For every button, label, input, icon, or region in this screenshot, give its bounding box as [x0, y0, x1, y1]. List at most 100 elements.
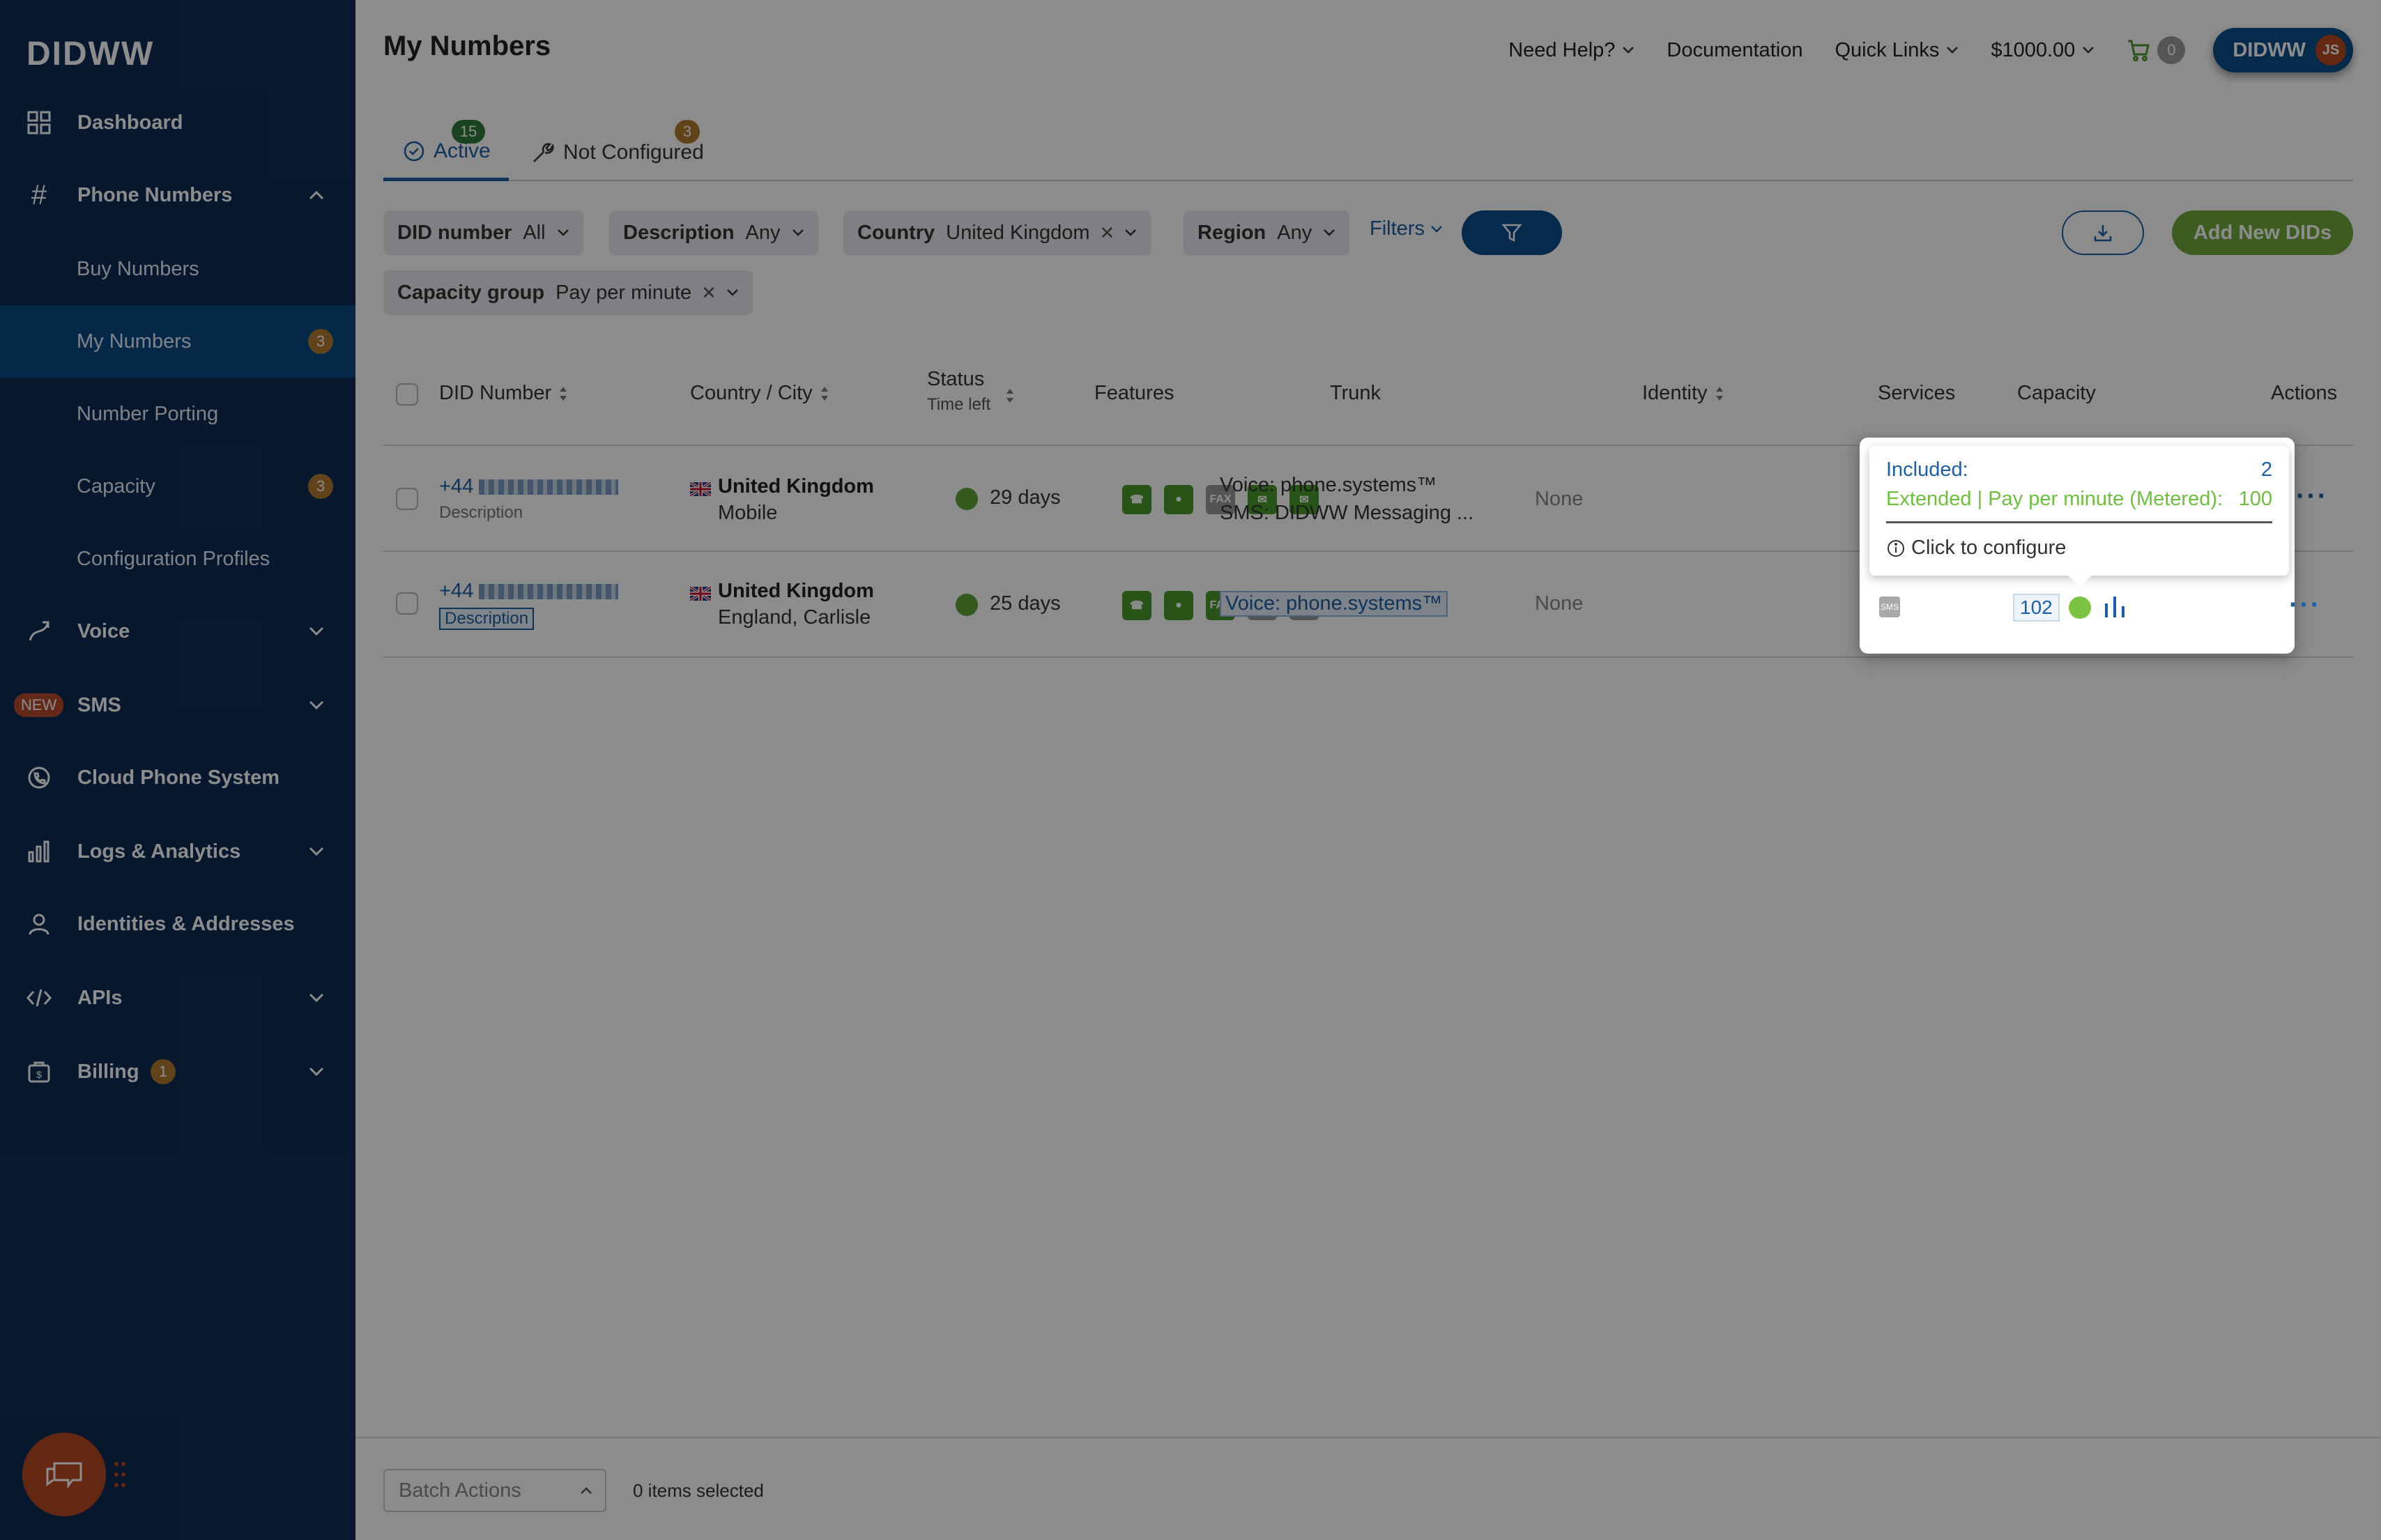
- tab-not-configured[interactable]: Not Configured 3: [531, 120, 704, 181]
- sidebar-item-configuration-profiles[interactable]: Configuration Profiles: [0, 523, 355, 595]
- capacity-stats-icon[interactable]: [2102, 594, 2127, 619]
- column-header-actions: Actions: [2271, 382, 2338, 404]
- sidebar-item-sms[interactable]: NEW SMS: [0, 670, 355, 740]
- capacity-value[interactable]: 102: [2013, 594, 2060, 622]
- new-badge: NEW: [14, 693, 64, 717]
- tab-active[interactable]: Active 15: [383, 120, 509, 181]
- more-filters-link[interactable]: Filters: [1370, 217, 1443, 240]
- uk-flag-icon: [690, 482, 711, 496]
- sidebar-item-buy-numbers[interactable]: Buy Numbers: [0, 233, 355, 305]
- footer-bar: Batch Actions 0 items selected: [355, 1437, 2381, 1540]
- add-new-dids-button[interactable]: Add New DIDs: [2172, 210, 2353, 255]
- sidebar-item-number-porting[interactable]: Number Porting: [0, 378, 355, 450]
- sidebar: DIDWW Dashboard # Phone Numbers Buy Numb…: [0, 0, 355, 1540]
- select-all-checkbox[interactable]: [396, 383, 418, 406]
- redacted-number: [479, 479, 619, 495]
- sidebar-item-billing[interactable]: $ Billing 1: [0, 1037, 355, 1107]
- filter-description[interactable]: Description Any: [609, 210, 818, 255]
- sidebar-item-phone-numbers[interactable]: # Phone Numbers: [0, 160, 355, 230]
- did-number-link[interactable]: +44: [439, 580, 619, 603]
- batch-actions-select[interactable]: Batch Actions: [383, 1469, 606, 1512]
- need-help-menu[interactable]: Need Help?: [1508, 39, 1634, 62]
- quick-links-menu[interactable]: Quick Links: [1835, 39, 1959, 62]
- sidebar-item-label: Cloud Phone System: [77, 766, 280, 789]
- description-text[interactable]: Description: [439, 608, 535, 630]
- column-header-status[interactable]: Status Time left: [927, 368, 990, 415]
- chevron-up-icon: [581, 1487, 592, 1494]
- cart-count: 0: [2157, 36, 2186, 64]
- sidebar-item-label: My Numbers: [77, 330, 192, 353]
- city-name: England, Carlisle: [718, 606, 871, 629]
- sidebar-item-label: Number Porting: [77, 402, 219, 425]
- didww-logo[interactable]: DIDWW: [26, 35, 154, 73]
- filter-value: United Kingdom: [946, 221, 1090, 244]
- cart-button[interactable]: 0: [2127, 36, 2186, 64]
- column-header-features: Features: [1094, 382, 1174, 404]
- column-header-sublabel: Time left: [927, 395, 991, 414]
- account-button[interactable]: DIDWW JS: [2213, 28, 2353, 72]
- code-icon: [25, 984, 53, 1012]
- main-content: My Numbers Need Help? Documentation Quic…: [355, 0, 2381, 1540]
- sidebar-item-apis[interactable]: APIs: [0, 963, 355, 1033]
- trunk-voice[interactable]: Voice: phone.systems™: [1220, 474, 1437, 497]
- account-label: DIDWW: [2233, 38, 2306, 61]
- column-header-country-city[interactable]: Country / City: [690, 382, 829, 405]
- trunk-sms[interactable]: SMS: DIDWW Messaging ...: [1220, 502, 1473, 525]
- clear-icon[interactable]: ✕: [701, 282, 717, 304]
- row-checkbox[interactable]: [396, 488, 418, 510]
- filter-label: DID number: [397, 221, 512, 244]
- filter-country[interactable]: Country United Kingdom ✕: [843, 210, 1151, 255]
- row-checkbox[interactable]: [396, 592, 418, 615]
- sort-icon: [820, 386, 828, 401]
- batch-actions-label: Batch Actions: [399, 1479, 521, 1502]
- country-name: United Kingdom: [718, 475, 874, 498]
- sidebar-item-label: APIs: [77, 986, 123, 1009]
- sidebar-item-dashboard[interactable]: Dashboard: [0, 88, 355, 157]
- did-number-link[interactable]: +44: [439, 475, 619, 498]
- info-icon: [1888, 539, 1904, 557]
- chevron-down-icon: [792, 229, 804, 236]
- sidebar-item-label: Billing: [77, 1060, 139, 1083]
- download-button[interactable]: [2062, 210, 2144, 255]
- balance-menu[interactable]: $1000.00: [1991, 39, 2095, 62]
- bar-chart-icon: [25, 838, 53, 865]
- filter-did-number[interactable]: DID number All: [383, 210, 583, 255]
- column-header-services: Services: [1878, 382, 1956, 404]
- user-icon: [25, 910, 53, 938]
- capacity-tooltip[interactable]: Included: 2 Extended | Pay per minute (M…: [1869, 446, 2289, 587]
- status-time-left: 29 days: [990, 486, 1061, 509]
- sidebar-item-label: Configuration Profiles: [77, 547, 270, 570]
- download-icon: [2094, 225, 2112, 242]
- row-actions-menu-icon[interactable]: ···: [2296, 481, 2328, 512]
- dashboard-icon: [25, 109, 53, 137]
- balance-value: $1000.00: [1991, 38, 2076, 61]
- sidebar-item-label: Dashboard: [77, 111, 183, 134]
- chat-button[interactable]: [22, 1433, 106, 1516]
- documentation-link[interactable]: Documentation: [1667, 39, 1802, 62]
- sort-icon[interactable]: [1005, 387, 1015, 404]
- clear-icon[interactable]: ✕: [1100, 222, 1115, 244]
- sidebar-item-my-numbers[interactable]: My Numbers 3: [0, 305, 355, 378]
- filter-region[interactable]: Region Any: [1184, 210, 1350, 255]
- column-header-identity[interactable]: Identity: [1642, 382, 1724, 405]
- apply-filter-button[interactable]: [1462, 210, 1562, 255]
- sidebar-item-identities-addresses[interactable]: Identities & Addresses: [0, 889, 355, 959]
- drag-handle-icon[interactable]: [113, 1461, 127, 1492]
- chevron-down-icon: [557, 229, 569, 236]
- row-actions-menu-icon[interactable]: ···: [2289, 590, 2321, 621]
- sidebar-item-voice[interactable]: Voice: [0, 596, 355, 666]
- filter-label: Country: [857, 221, 935, 244]
- sidebar-item-label: Buy Numbers: [77, 257, 199, 280]
- sidebar-item-label: Identities & Addresses: [77, 912, 295, 935]
- configure-link[interactable]: Click to configure: [1886, 537, 2066, 560]
- sidebar-item-cloud-phone-system[interactable]: Cloud Phone System: [0, 743, 355, 813]
- city-name: Mobile: [718, 502, 778, 524]
- sidebar-item-label: SMS: [77, 693, 121, 716]
- sidebar-item-capacity[interactable]: Capacity 3: [0, 450, 355, 523]
- sidebar-item-logs-analytics[interactable]: Logs & Analytics: [0, 817, 355, 886]
- description-text[interactable]: Description: [439, 503, 523, 523]
- location-feature-icon: ●: [1164, 485, 1193, 514]
- trunk-voice[interactable]: Voice: phone.systems™: [1220, 591, 1448, 617]
- filter-capacity-group[interactable]: Capacity group Pay per minute ✕: [383, 270, 753, 315]
- column-header-did-number[interactable]: DID Number: [439, 382, 568, 405]
